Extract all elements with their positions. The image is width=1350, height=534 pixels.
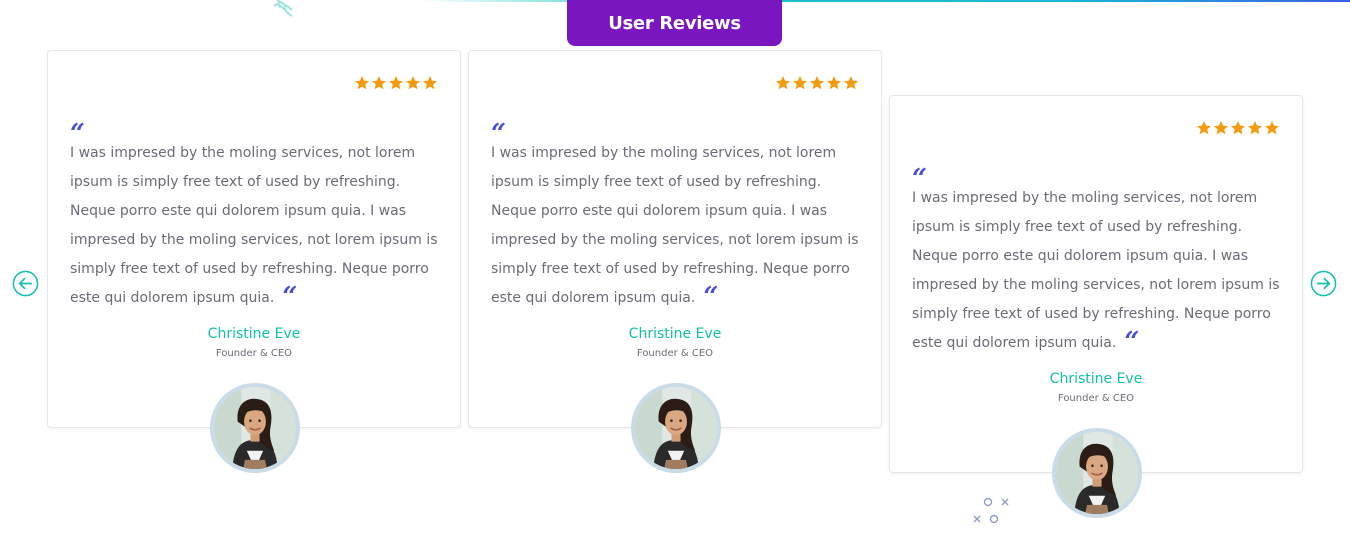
star-icon [776, 76, 790, 90]
review-card: “ I was impresed by the moling services,… [468, 50, 882, 473]
arrow-right-circle-icon[interactable] [1310, 270, 1337, 297]
author-name: Christine Eve [207, 326, 301, 342]
arrow-left-circle-icon[interactable] [12, 270, 39, 297]
review-text: I was impresed by the moling services, n… [491, 145, 859, 312]
star-rating [354, 75, 438, 91]
section-title: User Reviews [567, 0, 782, 46]
review-card: “ I was impresed by the moling services,… [47, 50, 461, 473]
author-role: Founder & CEO [1057, 393, 1135, 404]
star-icon [1214, 121, 1228, 135]
star-icon [793, 76, 807, 90]
avatar [210, 383, 300, 473]
author-role: Founder & CEO [636, 348, 714, 359]
testimonials-section: User Reviews “ I was impresed by the mol… [0, 0, 1350, 534]
person-portrait-icon [635, 387, 717, 469]
decorative-shapes-icon [973, 497, 1009, 524]
star-icon [810, 76, 824, 90]
star-rating [775, 75, 859, 91]
star-icon [423, 76, 437, 90]
star-rating [1196, 120, 1280, 136]
decorative-dna-icon [273, 0, 293, 17]
quote-close-icon: “ [282, 282, 298, 312]
star-icon [389, 76, 403, 90]
review-text: I was impresed by the moling services, n… [70, 145, 438, 312]
review-card: “ I was impresed by the moling services,… [889, 95, 1303, 518]
star-icon [1231, 121, 1245, 135]
quote-close-icon: “ [703, 282, 719, 312]
person-portrait-icon [214, 387, 296, 469]
quote-close-icon: “ [1124, 327, 1140, 357]
star-icon [406, 76, 420, 90]
author-name: Christine Eve [628, 326, 722, 342]
star-icon [827, 76, 841, 90]
star-icon [355, 76, 369, 90]
star-icon [1265, 121, 1279, 135]
author-role: Founder & CEO [215, 348, 293, 359]
star-icon [1197, 121, 1211, 135]
avatar [1052, 428, 1142, 518]
person-portrait-icon [1056, 432, 1138, 514]
review-text: I was impresed by the moling services, n… [912, 190, 1280, 357]
author-name: Christine Eve [1049, 371, 1143, 387]
avatar [631, 383, 721, 473]
star-icon [1248, 121, 1262, 135]
top-gradient-line [420, 0, 1350, 2]
star-icon [372, 76, 386, 90]
star-icon [844, 76, 858, 90]
